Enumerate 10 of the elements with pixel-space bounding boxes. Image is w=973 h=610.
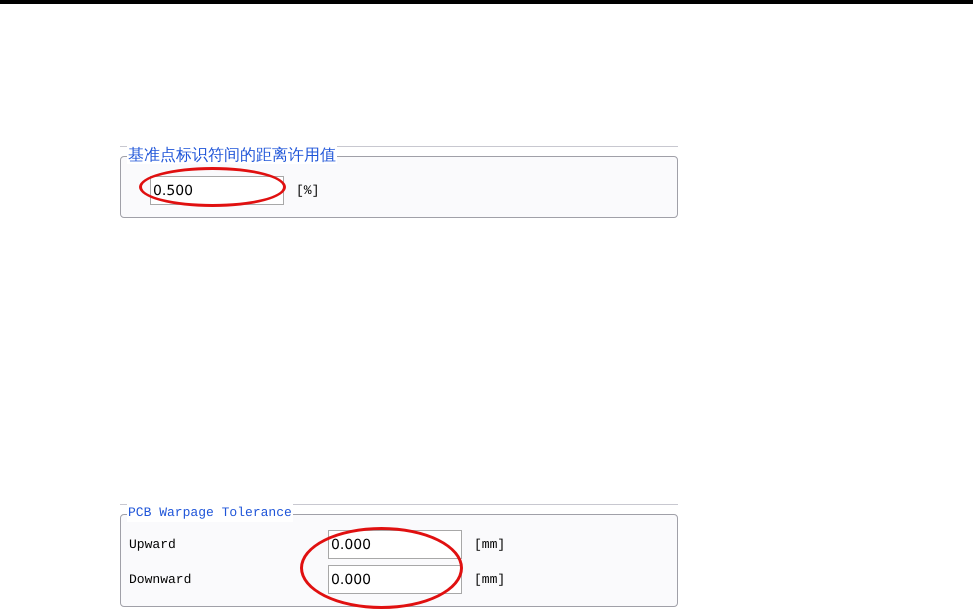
value-field[interactable]: 0.000 [328, 565, 462, 594]
unit-label: [mm] [474, 536, 506, 554]
group-title: PCB Warpage Tolerance [127, 504, 293, 522]
field-label: Downward [129, 570, 192, 589]
value-field[interactable]: 0.500 [150, 176, 284, 205]
unit-label: [%] [296, 182, 320, 200]
value-field[interactable]: 0.000 [328, 530, 462, 559]
field-label: Upward [129, 536, 177, 554]
unit-label: [mm] [474, 570, 506, 589]
group-title: 基准点标识符间的距离许用值 [127, 146, 337, 164]
